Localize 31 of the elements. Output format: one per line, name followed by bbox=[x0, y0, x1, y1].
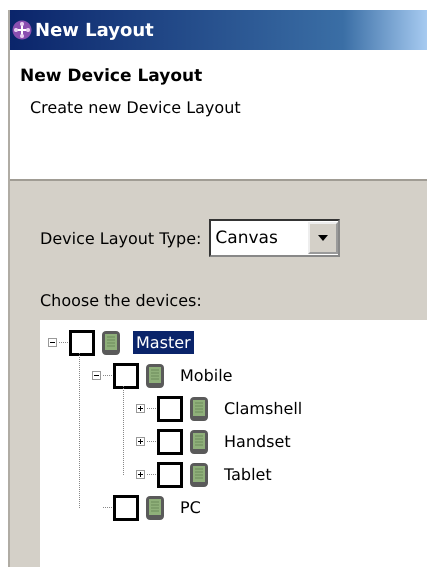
checkbox[interactable] bbox=[157, 428, 183, 454]
device-icon bbox=[189, 462, 209, 488]
checkbox[interactable] bbox=[157, 462, 183, 488]
tree-item[interactable]: Handset bbox=[221, 430, 294, 453]
caret-icon bbox=[318, 235, 328, 241]
checkbox[interactable] bbox=[69, 330, 95, 356]
tree-item[interactable]: Master bbox=[133, 331, 194, 354]
tree-item[interactable]: Clamshell bbox=[221, 397, 306, 420]
page-title: New Device Layout bbox=[20, 66, 204, 86]
checkbox[interactable] bbox=[113, 362, 139, 388]
device-icon bbox=[189, 428, 209, 454]
checkbox[interactable] bbox=[157, 396, 183, 422]
checkbox[interactable] bbox=[113, 494, 139, 520]
devices-label: Choose the devices: bbox=[40, 291, 203, 310]
app-icon bbox=[12, 20, 32, 40]
window-title: New Layout bbox=[35, 20, 154, 40]
tree-item[interactable]: PC bbox=[177, 496, 204, 519]
expand-icon[interactable] bbox=[136, 404, 145, 413]
collapse-icon[interactable] bbox=[48, 338, 57, 347]
device-icon bbox=[145, 494, 165, 520]
device-icon bbox=[101, 330, 121, 356]
tree-item[interactable]: Tablet bbox=[221, 463, 275, 486]
device-icon bbox=[145, 362, 165, 388]
layout-type-dropdown[interactable]: Canvas bbox=[209, 219, 340, 257]
tree-item[interactable]: Mobile bbox=[177, 364, 236, 387]
expand-icon[interactable] bbox=[136, 437, 145, 446]
expand-icon[interactable] bbox=[136, 470, 145, 479]
page-description: Create new Device Layout bbox=[29, 98, 242, 117]
device-icon bbox=[189, 396, 209, 422]
collapse-icon[interactable] bbox=[92, 371, 101, 380]
layout-type-label: Device Layout Type: bbox=[40, 228, 202, 248]
